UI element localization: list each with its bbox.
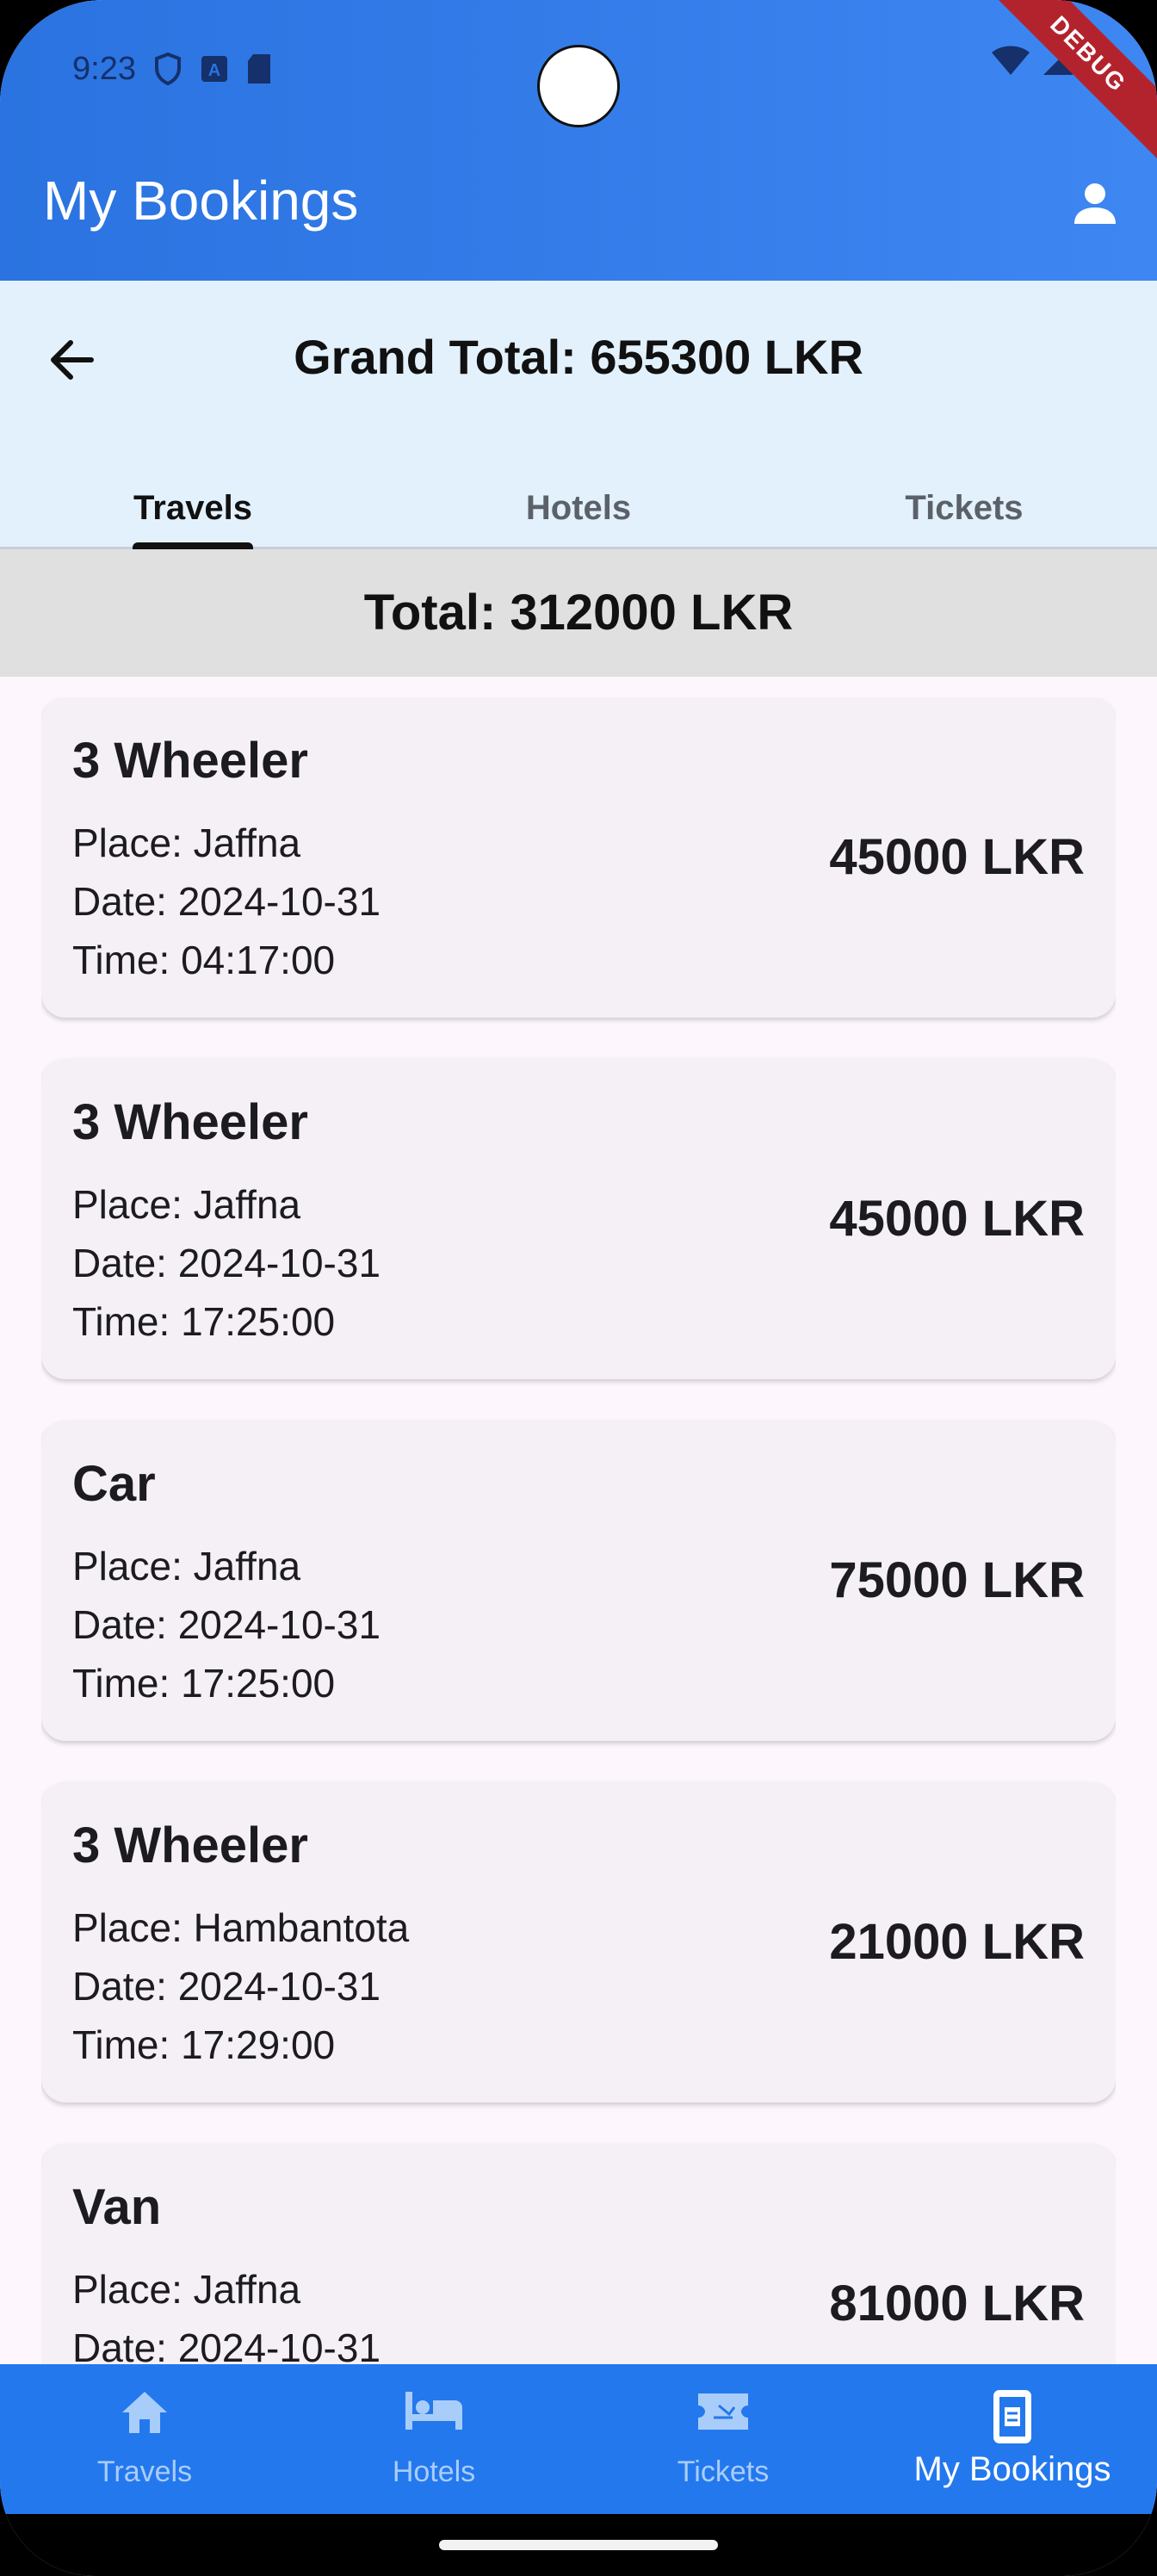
profile-icon[interactable] [1071, 179, 1119, 232]
nav-tickets[interactable]: Tickets [578, 2364, 868, 2514]
tab-indicator [133, 542, 253, 549]
booking-price: 45000 LKR [829, 1191, 1085, 1247]
section-total: Total: 312000 LKR [0, 549, 1157, 677]
booking-place: Place: Hambantota [72, 1905, 410, 1950]
tab-hotels[interactable]: Hotels [386, 453, 771, 549]
svg-text:A: A [208, 61, 220, 80]
booking-time: Time: 17:25:00 [72, 1299, 336, 1344]
booking-vehicle: 3 Wheeler [72, 733, 308, 789]
nav-label: Hotels [392, 2455, 476, 2488]
nav-label: Tickets [677, 2455, 770, 2488]
bookings-list[interactable]: 3 Wheeler Place: Jaffna Date: 2024-10-31… [41, 697, 1116, 2364]
booking-place: Place: Jaffna [72, 820, 301, 865]
grand-total: Grand Total: 655300 LKR [294, 330, 863, 384]
booking-card[interactable]: 3 Wheeler Place: Jaffna Date: 2024-10-31… [41, 1059, 1116, 1379]
status-time: 9:23 [72, 50, 136, 87]
wifi-icon [990, 44, 1031, 81]
booking-place: Place: Jaffna [72, 1544, 301, 1588]
booking-date: Date: 2024-10-31 [72, 879, 381, 924]
booking-card[interactable]: 3 Wheeler Place: Hambantota Date: 2024-1… [41, 1782, 1116, 2102]
home-indicator[interactable] [439, 2540, 718, 2550]
sd-card-icon [246, 53, 272, 85]
ticket-icon [695, 2388, 752, 2439]
page-title: My Bookings [43, 170, 359, 232]
booking-time: Time: 04:17:00 [72, 938, 336, 982]
booking-place: Place: Jaffna [72, 2267, 301, 2312]
bookings-header: Grand Total: 655300 LKR Travels Hotels T… [0, 281, 1157, 549]
camera-cutout [537, 45, 620, 127]
booking-date: Date: 2024-10-31 [72, 1964, 381, 2009]
booking-time: Time: 17:29:00 [72, 2022, 336, 2067]
keyboard-app-icon: A [200, 54, 229, 84]
home-icon [119, 2388, 170, 2441]
tab-tickets[interactable]: Tickets [771, 453, 1157, 549]
booking-icon [992, 2388, 1033, 2449]
booking-price: 45000 LKR [829, 829, 1085, 885]
tab-label: Tickets [905, 489, 1024, 527]
nav-my-bookings[interactable]: My Bookings [868, 2364, 1157, 2514]
tab-label: Hotels [525, 489, 632, 527]
tab-label: Travels [133, 489, 252, 527]
tab-travels[interactable]: Travels [0, 453, 386, 549]
booking-price: 75000 LKR [829, 1552, 1085, 1608]
booking-vehicle: 3 Wheeler [72, 1817, 308, 1873]
booking-card[interactable]: 3 Wheeler Place: Jaffna Date: 2024-10-31… [41, 697, 1116, 1018]
shield-icon [153, 52, 183, 86]
status-bar: 9:23 A [72, 46, 272, 91]
nav-travels[interactable]: Travels [0, 2364, 289, 2514]
app-bar: 9:23 A DEBUG My Bookings [0, 0, 1157, 281]
booking-place: Place: Jaffna [72, 1182, 301, 1227]
nav-hotels[interactable]: Hotels [289, 2364, 578, 2514]
booking-vehicle: Car [72, 1456, 156, 1512]
tab-bar: Travels Hotels Tickets [0, 453, 1157, 549]
booking-vehicle: 3 Wheeler [72, 1094, 308, 1150]
booking-price: 81000 LKR [829, 2276, 1085, 2331]
booking-card[interactable]: Car Place: Jaffna Date: 2024-10-31 Time:… [41, 1421, 1116, 1741]
booking-vehicle: Van [72, 2179, 162, 2235]
booking-date: Date: 2024-10-31 [72, 1241, 381, 1285]
booking-card[interactable]: Van Place: Jaffna Date: 2024-10-31 81000… [41, 2144, 1116, 2364]
bottom-navigation: Travels Hotels Tickets My Bookings [0, 2364, 1157, 2514]
booking-price: 21000 LKR [829, 1914, 1085, 1970]
booking-date: Date: 2024-10-31 [72, 2325, 381, 2364]
phone-screen: 9:23 A DEBUG My Bookings Grand Total: 65… [0, 0, 1157, 2576]
nav-label: Travels [96, 2455, 193, 2488]
bed-icon [404, 2388, 464, 2437]
booking-time: Time: 17:25:00 [72, 1661, 336, 1706]
nav-label: My Bookings [913, 2450, 1111, 2488]
booking-date: Date: 2024-10-31 [72, 1602, 381, 1647]
